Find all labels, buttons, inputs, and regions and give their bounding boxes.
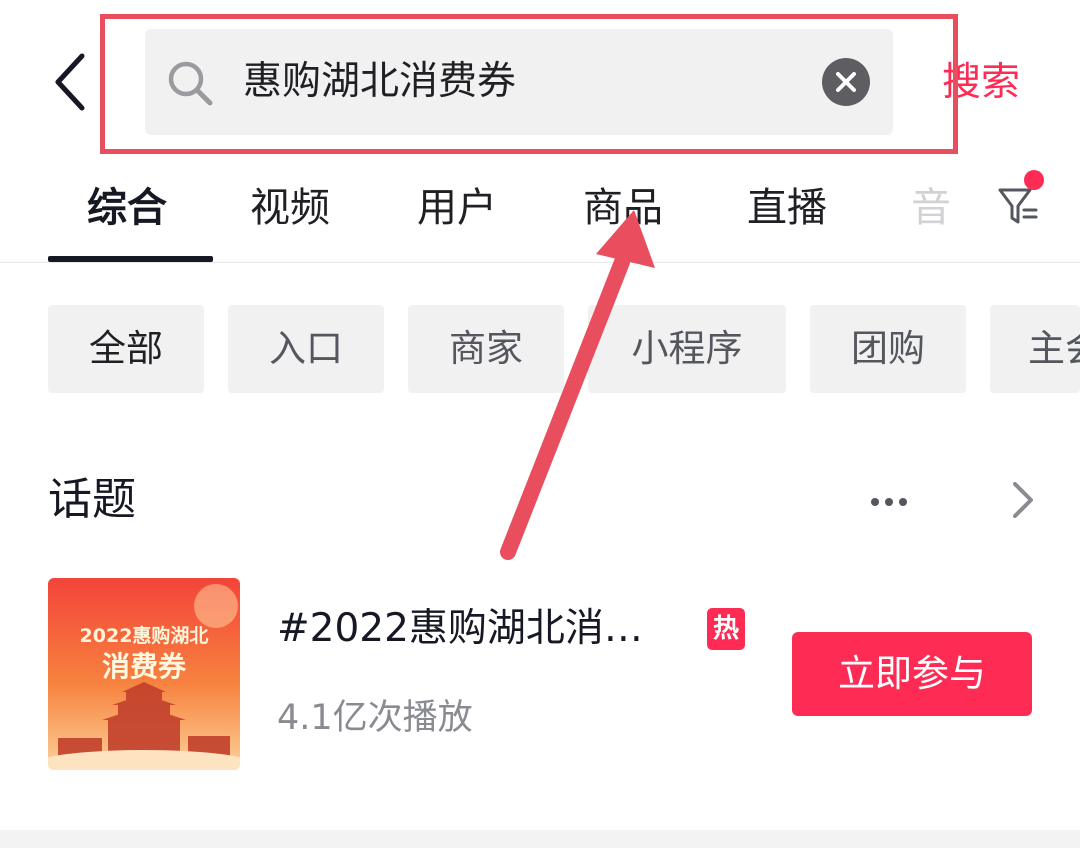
chip-merchant[interactable]: 商家 bbox=[408, 305, 564, 393]
tab-video[interactable]: 视频 bbox=[250, 180, 330, 236]
chip-mini-program[interactable]: 小程序 bbox=[588, 305, 786, 393]
tab-products[interactable]: 商品 bbox=[583, 180, 663, 236]
chip-entry[interactable]: 入口 bbox=[228, 305, 384, 393]
filter-icon[interactable] bbox=[996, 184, 1040, 228]
join-now-button[interactable]: 立即参与 bbox=[792, 632, 1032, 716]
notification-dot bbox=[1024, 170, 1044, 190]
thumbnail-text-line1: 2022惠购湖北 bbox=[80, 624, 209, 647]
section-title-topics: 话题 bbox=[48, 474, 136, 525]
divider bbox=[0, 262, 1080, 263]
chip-main-venue[interactable]: 主会 bbox=[990, 305, 1080, 393]
play-count: 4.1亿次播放 bbox=[277, 698, 473, 738]
topic-title[interactable]: #2022惠购湖北消… bbox=[277, 600, 643, 658]
hot-badge: 热 bbox=[707, 608, 745, 650]
topic-thumbnail[interactable]: 2022惠购湖北 消费券 bbox=[48, 578, 240, 770]
more-dots-icon[interactable] bbox=[868, 484, 912, 520]
chip-group-buy[interactable]: 团购 bbox=[810, 305, 966, 393]
thumbnail-text-line2: 消费券 bbox=[102, 650, 187, 683]
bottom-separator bbox=[0, 830, 1080, 848]
annotation-highlight-box bbox=[100, 14, 958, 154]
chip-all[interactable]: 全部 bbox=[48, 305, 204, 393]
back-arrow-icon bbox=[55, 53, 85, 111]
tab-comprehensive[interactable]: 综合 bbox=[87, 180, 167, 236]
tab-users[interactable]: 用户 bbox=[417, 180, 497, 236]
tab-live[interactable]: 直播 bbox=[747, 180, 827, 236]
tab-music[interactable]: 音 bbox=[911, 180, 951, 236]
chevron-right-icon[interactable] bbox=[1005, 480, 1041, 520]
back-button[interactable] bbox=[50, 52, 94, 112]
